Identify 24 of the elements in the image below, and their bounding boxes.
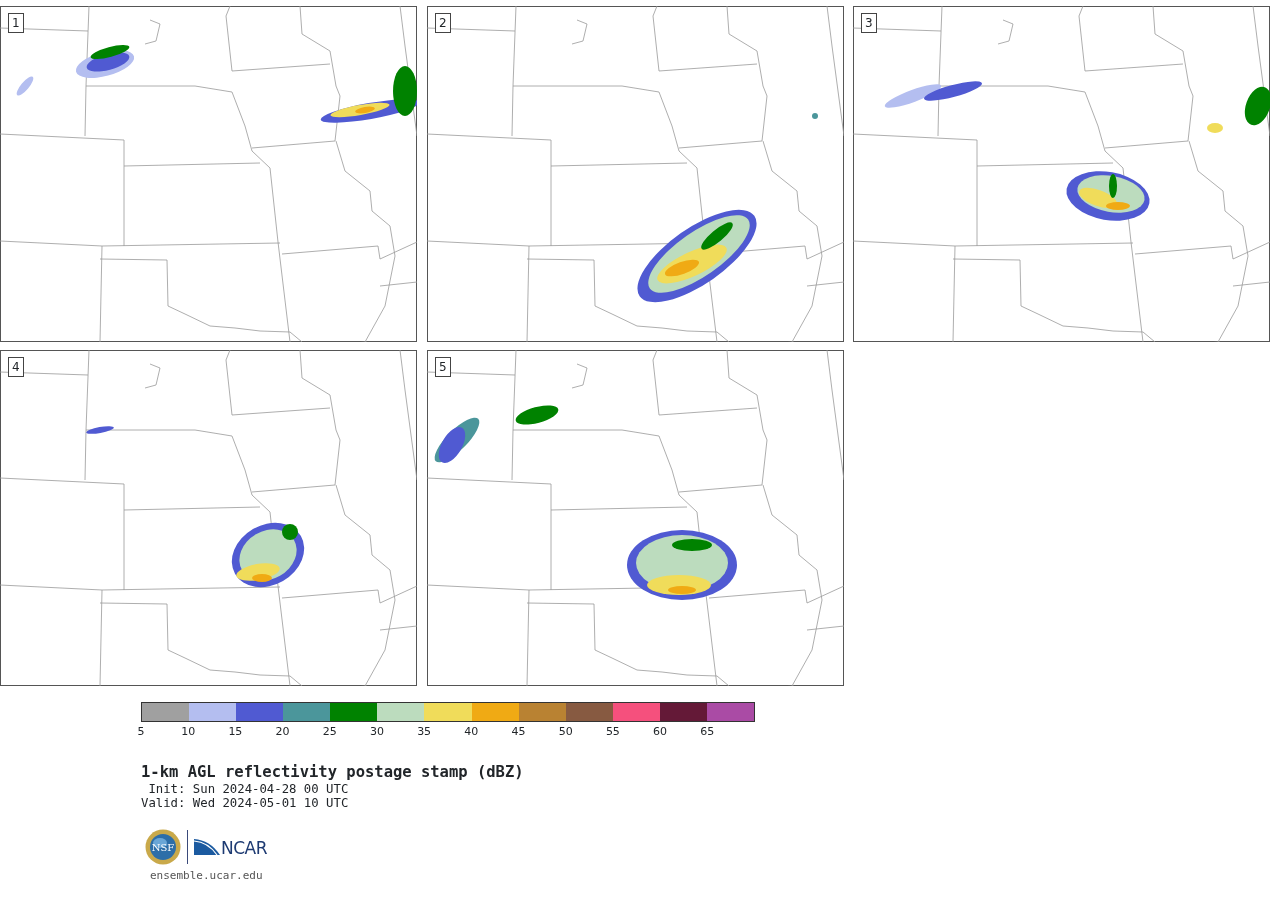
panel-number: 1 bbox=[8, 13, 24, 33]
colorbar-tick-label: 30 bbox=[369, 725, 384, 738]
colorbar-tick-label: 15 bbox=[228, 725, 243, 738]
chart-title: 1-km AGL reflectivity postage stamp (dBZ) bbox=[141, 763, 525, 782]
valid-time: Valid: Wed 2024-05-01 10 UTC bbox=[141, 796, 350, 812]
colorbar-tick-label: 65 bbox=[700, 725, 715, 738]
website-url: ensemble.ucar.edu bbox=[150, 868, 264, 885]
colorbar-tick-label: 20 bbox=[275, 725, 290, 738]
panel-number: 4 bbox=[8, 357, 24, 377]
colorbar-tick-label: 45 bbox=[511, 725, 526, 738]
panel-number: 2 bbox=[435, 13, 451, 33]
panel-number: 5 bbox=[435, 357, 451, 377]
colorbar-tick-label: 10 bbox=[181, 725, 196, 738]
ncar-logo: NCAR bbox=[194, 837, 268, 858]
colorbar-tick-label: 60 bbox=[653, 725, 668, 738]
colorbar-tick-label: 50 bbox=[558, 725, 573, 738]
init-time: Init: Sun 2024-04-28 00 UTC bbox=[147, 781, 350, 797]
colorbar-tick-label: 25 bbox=[322, 725, 337, 738]
panel-number: 3 bbox=[861, 13, 877, 33]
colorbar-tick-label: 55 bbox=[605, 725, 620, 738]
nsf-logo: NSF bbox=[145, 829, 181, 866]
colorbar-tick-label: 5 bbox=[137, 725, 145, 738]
colorbar-tick-label: 40 bbox=[464, 725, 479, 738]
colorbar-tick-label: 35 bbox=[417, 725, 432, 738]
